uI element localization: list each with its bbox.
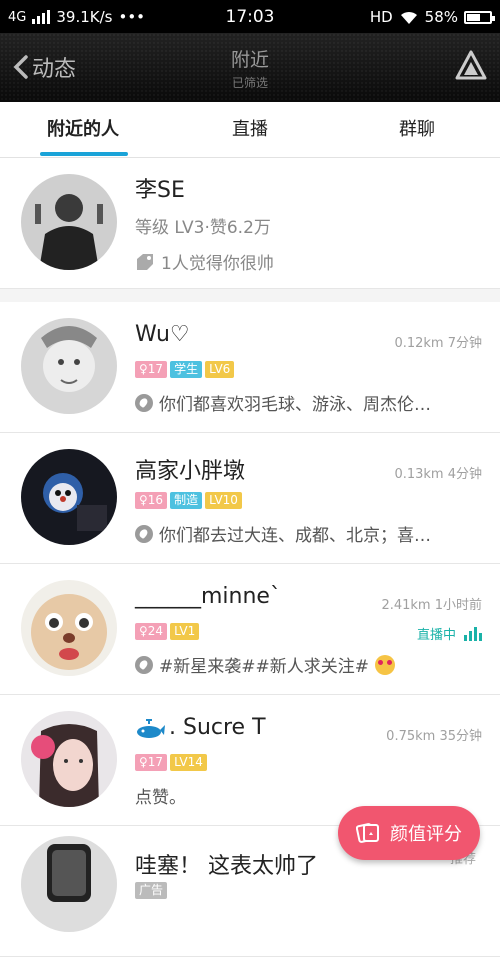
- user-name: Wu♡: [135, 322, 190, 347]
- age-badge: ♀16: [135, 492, 168, 509]
- ad-title: 哇塞！ 这表太帅了: [135, 854, 318, 879]
- common-interest-icon: [135, 655, 153, 674]
- nav-header: 动态 附近 已筛选: [0, 33, 500, 102]
- photo-cards-icon: [356, 823, 379, 843]
- level-badge: LV14: [170, 754, 207, 771]
- page-title: 附近: [230, 49, 269, 71]
- status-message: #新星来袭##新人求关注#: [159, 657, 369, 677]
- hd-indicator: HD: [369, 8, 393, 26]
- distance: 0.12km: [394, 336, 444, 351]
- heart-eyes-emoji-icon: [374, 654, 395, 675]
- avatar[interactable]: [21, 836, 117, 932]
- filter-status: 已筛选: [231, 76, 268, 90]
- battery-percent: 58%: [424, 8, 458, 26]
- level-badge: LV1: [170, 623, 200, 640]
- active-tab-indicator: [40, 152, 128, 156]
- tab-live[interactable]: 直播: [167, 102, 333, 157]
- last-active: 35分钟: [439, 729, 482, 744]
- avatar[interactable]: [21, 711, 117, 807]
- battery-icon: [464, 10, 495, 24]
- whale-icon: [137, 718, 165, 738]
- my-compliment: 1人觉得你很帅: [161, 254, 274, 274]
- tag-icon: [137, 253, 153, 270]
- my-profile-card[interactable]: 李SE 等级 LV3·赞6.2万 1人觉得你很帅: [0, 158, 500, 289]
- user-name-row: . Sucre T: [135, 715, 266, 740]
- common-interests: 你们都喜欢羽毛球、游泳、周杰伦…: [159, 395, 431, 415]
- distance: 2.41km: [381, 598, 431, 613]
- wifi-icon: [400, 11, 417, 24]
- list-item[interactable]: Wu♡ 0.12km 7分钟 ♀17 学生 LV6 你们都喜欢羽毛球、游泳、周杰…: [0, 302, 500, 433]
- list-item[interactable]: ______minne` 2.41km 1小时前 ♀24 LV1 直播中 #新星…: [0, 564, 500, 695]
- level-badge: LV10: [205, 492, 242, 509]
- distance: 0.13km: [394, 467, 444, 482]
- level-badge: LV6: [205, 361, 235, 378]
- status-bar: 4G 39.1K/s ••• 17:03 HD 58%: [0, 0, 500, 33]
- last-active: 7分钟: [447, 336, 482, 351]
- rate-looks-label: 颜值评分: [390, 824, 462, 845]
- ad-badge: 广告: [135, 882, 168, 899]
- common-interest-icon: [135, 393, 153, 412]
- filter-icon[interactable]: [454, 49, 488, 81]
- age-badge: ♀24: [135, 623, 168, 640]
- last-active: 1小时前: [434, 598, 482, 613]
- avatar[interactable]: [21, 318, 117, 414]
- age-badge: ♀17: [135, 754, 168, 771]
- tab-group-chat[interactable]: 群聊: [334, 102, 500, 157]
- distance: 0.75km: [386, 729, 436, 744]
- my-level: 等级 LV3·赞6.2万: [135, 218, 271, 238]
- status-message: 点赞。: [135, 788, 186, 808]
- rate-looks-button[interactable]: 颜值评分: [338, 806, 480, 860]
- live-status: 直播中: [416, 628, 456, 643]
- my-name: 李SE: [135, 178, 185, 203]
- job-badge: 制造: [170, 492, 203, 509]
- job-badge: 学生: [170, 361, 203, 378]
- tab-bar: 附近的人 直播 群聊: [0, 102, 500, 158]
- live-equalizer-icon: [464, 626, 482, 641]
- last-active: 4分钟: [447, 467, 482, 482]
- avatar[interactable]: [21, 449, 117, 545]
- user-name: . Sucre T: [169, 715, 266, 740]
- tab-nearby-people[interactable]: 附近的人: [0, 102, 166, 157]
- common-interests: 你们都去过大连、成都、北京；喜…: [159, 526, 431, 546]
- avatar[interactable]: [21, 580, 117, 676]
- list-item[interactable]: 高家小胖墩 0.13km 4分钟 ♀16 制造 LV10 你们都去过大连、成都、…: [0, 433, 500, 564]
- user-name: 高家小胖墩: [135, 459, 246, 484]
- avatar[interactable]: [21, 174, 117, 270]
- common-interest-icon: [135, 524, 153, 543]
- user-name: ______minne`: [135, 584, 281, 609]
- age-badge: ♀17: [135, 361, 168, 378]
